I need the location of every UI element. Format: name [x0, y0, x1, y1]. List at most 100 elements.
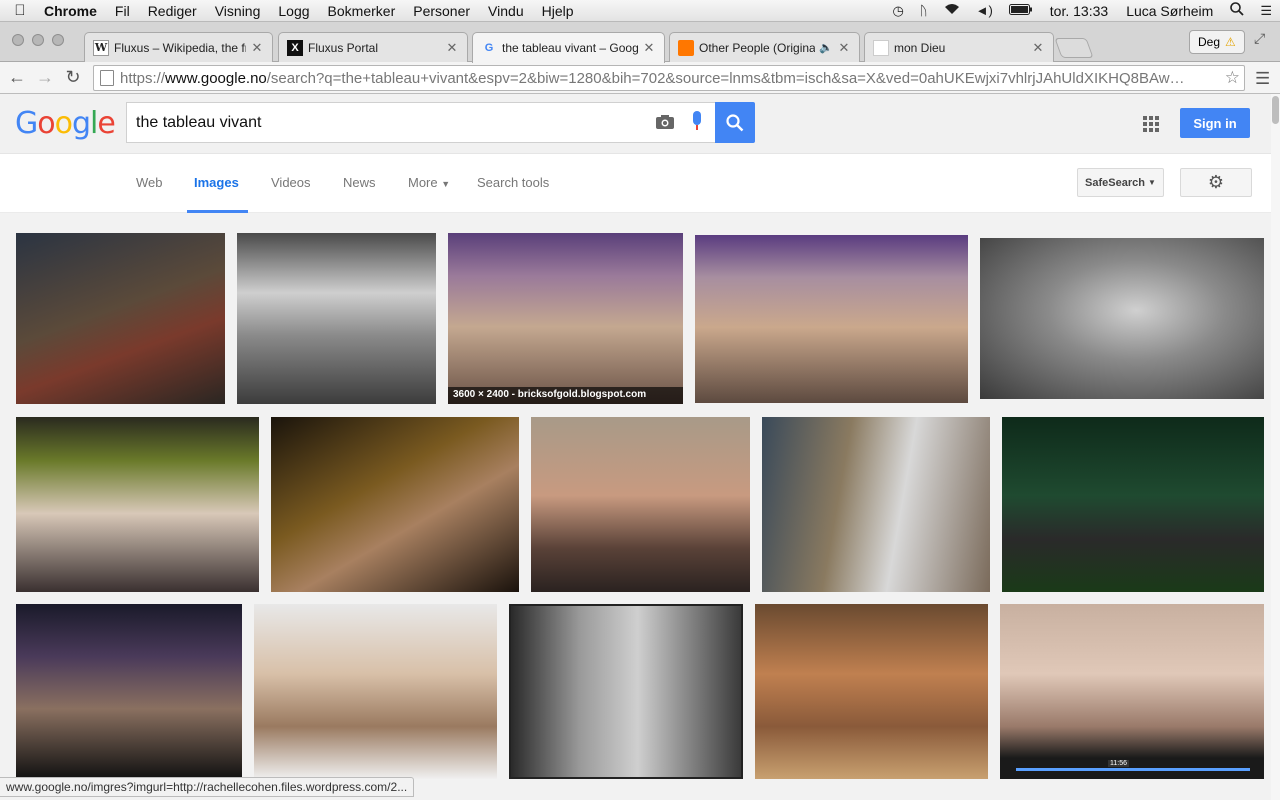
close-tab-icon[interactable]: ✕: [1031, 40, 1045, 56]
tab-title: Fluxus – Wikipedia, the free: [114, 40, 246, 55]
tab-news[interactable]: News: [343, 175, 376, 190]
close-tab-icon[interactable]: ✕: [445, 40, 459, 56]
image-result[interactable]: [254, 604, 497, 779]
tab-title: Fluxus Portal: [308, 40, 379, 55]
google-header: Google the tableau vivant Sign in: [0, 94, 1280, 154]
image-results-grid: 3600 × 2400 - bricksofgold.blogspot.com …: [0, 213, 1280, 800]
address-bar[interactable]: https://www.google.no/search?q=the+table…: [93, 65, 1245, 91]
menu-hjelp[interactable]: Hjelp: [533, 3, 583, 19]
image-result[interactable]: [980, 238, 1264, 399]
fullscreen-icon[interactable]: ⤢: [1254, 30, 1265, 47]
page-scrollbar[interactable]: [1271, 94, 1280, 800]
microphone-icon[interactable]: [693, 111, 701, 130]
tab-videos[interactable]: Videos: [271, 175, 311, 190]
zoom-window-button[interactable]: [52, 34, 64, 46]
spotlight-search-icon[interactable]: [1222, 2, 1252, 19]
image-result[interactable]: [16, 417, 259, 592]
profile-button[interactable]: Deg ⚠: [1189, 30, 1245, 54]
google-favicon: G: [484, 42, 494, 54]
menu-personer[interactable]: Personer: [404, 3, 479, 19]
more-label: More: [408, 175, 438, 190]
tab-images[interactable]: Images: [194, 175, 239, 190]
tab-mon-dieu[interactable]: mon Dieu ✕: [864, 32, 1054, 62]
image-caption: 3600 × 2400 - bricksofgold.blogspot.com: [448, 387, 683, 404]
menu-fil[interactable]: Fil: [106, 3, 139, 19]
settings-gear-button[interactable]: ⚙: [1180, 168, 1252, 197]
menu-bokmerker[interactable]: Bokmerker: [319, 3, 405, 19]
search-input[interactable]: the tableau vivant: [126, 102, 716, 143]
bookmark-star-icon[interactable]: ☆: [1221, 68, 1240, 88]
sign-in-button[interactable]: Sign in: [1180, 108, 1250, 138]
minimize-window-button[interactable]: [32, 34, 44, 46]
menu-vindu[interactable]: Vindu: [479, 3, 533, 19]
clock[interactable]: tor. 13:33: [1041, 3, 1117, 19]
menu-visning[interactable]: Visning: [206, 3, 270, 19]
search-nav: Web Images Videos News More ▼ Search too…: [0, 154, 1280, 213]
reload-icon[interactable]: ↻: [59, 67, 87, 88]
apps-grid-icon[interactable]: [1143, 116, 1159, 132]
close-tab-icon[interactable]: ✕: [250, 40, 264, 56]
image-result[interactable]: [1002, 417, 1264, 592]
image-result[interactable]: [695, 235, 968, 403]
gear-icon: ⚙: [1207, 172, 1225, 192]
image-result[interactable]: [16, 604, 242, 779]
url-path: /search?q=the+tableau+vivant&espv=2&biw=…: [266, 69, 1185, 87]
volume-icon[interactable]: ◄): [968, 3, 1001, 18]
browser-toolbar: ← → ↻ https://www.google.no/search?q=the…: [0, 62, 1280, 94]
notification-center-icon[interactable]: ☰: [1252, 3, 1280, 19]
image-result[interactable]: 3600 × 2400 - bricksofgold.blogspot.com: [448, 233, 683, 404]
google-logo[interactable]: Google: [15, 106, 116, 141]
image-result[interactable]: [531, 417, 750, 592]
bluetooth-icon[interactable]: ᚢ: [912, 3, 936, 18]
tab-title: Other People (Original): [699, 40, 816, 55]
image-result[interactable]: [509, 604, 743, 779]
battery-icon[interactable]: [1001, 3, 1041, 18]
url-scheme: https://: [120, 69, 166, 87]
tab-title: the tableau vivant – Google: [502, 41, 638, 55]
video-progress-bar[interactable]: [1016, 768, 1250, 771]
image-result[interactable]: [16, 233, 225, 404]
tab-fluxus-portal[interactable]: X Fluxus Portal ✕: [278, 32, 468, 62]
close-tab-icon[interactable]: ✕: [642, 40, 656, 56]
tab-web[interactable]: Web: [136, 175, 163, 190]
fluxus-favicon: X: [287, 39, 303, 56]
menu-logg[interactable]: Logg: [269, 3, 318, 19]
camera-icon[interactable]: [655, 114, 675, 135]
wifi-icon[interactable]: [936, 3, 968, 18]
image-result[interactable]: [762, 417, 990, 592]
close-tab-icon[interactable]: ✕: [837, 40, 851, 56]
menu-app-chrome[interactable]: Chrome: [40, 3, 106, 19]
soundcloud-favicon: [678, 39, 694, 56]
user-name[interactable]: Luca Sørheim: [1117, 3, 1222, 19]
tab-strip: W Fluxus – Wikipedia, the free ✕ X Fluxu…: [0, 22, 1280, 63]
search-tools-button[interactable]: Search tools: [477, 175, 549, 190]
menubar-status-area: ◷ ᚢ ◄) tor. 13:33 Luca Sørheim ☰: [884, 0, 1280, 22]
search-icon: [726, 113, 744, 131]
image-result[interactable]: [237, 233, 436, 404]
image-result[interactable]: [271, 417, 519, 592]
chrome-menu-icon[interactable]: ☰: [1255, 69, 1270, 89]
mac-menubar:  Chrome Fil Rediger Visning Logg Bokmer…: [0, 0, 1280, 22]
image-result[interactable]: [755, 604, 988, 779]
tab-wikipedia[interactable]: W Fluxus – Wikipedia, the free ✕: [84, 32, 273, 62]
tab-more[interactable]: More ▼: [408, 175, 450, 190]
profile-label: Deg: [1198, 35, 1221, 49]
search-query: the tableau vivant: [136, 113, 262, 131]
status-url: www.google.no/imgres?imgurl=http://rache…: [6, 780, 408, 794]
video-result[interactable]: 11:56: [1000, 604, 1264, 779]
menu-rediger[interactable]: Rediger: [139, 3, 206, 19]
close-window-button[interactable]: [12, 34, 24, 46]
back-arrow-icon[interactable]: ←: [3, 67, 31, 88]
time-machine-icon[interactable]: ◷: [884, 3, 911, 19]
new-tab-button[interactable]: [1054, 38, 1094, 58]
search-button[interactable]: [715, 102, 755, 143]
forward-arrow-icon[interactable]: →: [31, 67, 59, 88]
wikipedia-favicon: W: [93, 39, 109, 56]
scrollbar-thumb[interactable]: [1272, 96, 1279, 124]
audio-playing-icon[interactable]: 🔈: [819, 41, 833, 54]
apple-icon[interactable]: : [0, 2, 40, 19]
tab-google-search[interactable]: G the tableau vivant – Google ✕: [472, 32, 665, 63]
safesearch-button[interactable]: SafeSearch ▼: [1077, 168, 1164, 197]
tab-soundcloud[interactable]: Other People (Original) 🔈 ✕: [669, 32, 860, 62]
url-host: www.google.no: [165, 69, 267, 87]
